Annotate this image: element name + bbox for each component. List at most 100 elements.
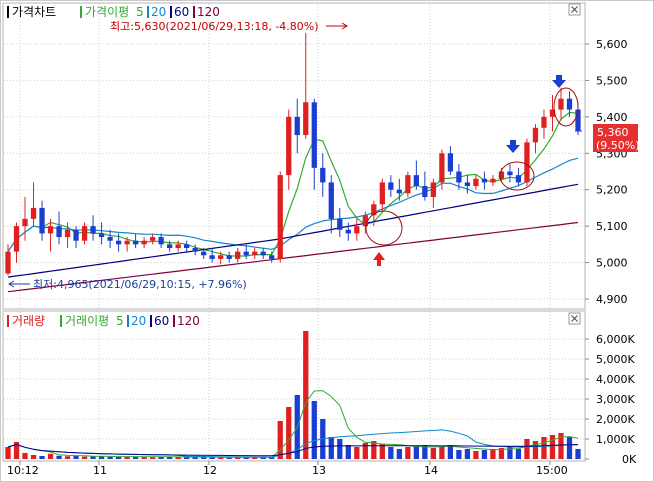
volume-bar [73, 456, 79, 459]
volume-bar [30, 455, 37, 459]
candle [303, 102, 309, 136]
candle [149, 237, 156, 241]
volume-bar [532, 441, 539, 459]
volume-bar [226, 457, 232, 459]
candle [141, 240, 147, 245]
volume-close-button[interactable] [568, 312, 581, 325]
vol-ma-60-label: 60 [154, 314, 169, 328]
vol-ma-120-label: 120 [177, 314, 200, 328]
volume-bar [549, 435, 556, 459]
candle [13, 226, 20, 252]
legend-volume-marker [7, 315, 9, 327]
volume-tick-label: 2,000K [596, 413, 635, 426]
candle [447, 153, 454, 172]
volume-bar [277, 421, 283, 459]
volume-bar [515, 449, 522, 459]
legend-ma120-marker [193, 6, 195, 18]
volume-bar [115, 457, 122, 459]
candle [167, 244, 173, 248]
price-tick-label: 4,900 [596, 293, 628, 306]
candle [39, 207, 45, 234]
candle [277, 175, 283, 259]
volume-bar [192, 457, 198, 459]
candle [405, 175, 411, 194]
volume-bar [481, 450, 488, 459]
price-tick-label: 5,200 [596, 184, 628, 197]
candle [481, 178, 488, 183]
price-title: 가격차트 [12, 5, 56, 19]
volume-bar [107, 456, 113, 459]
volume-plot-area [2, 310, 586, 462]
legend-vol-ma-marker [60, 315, 62, 327]
candle [345, 229, 351, 234]
volume-tick-label: 3,000K [596, 393, 635, 406]
ma-20-label: 20 [151, 5, 166, 19]
legend-vol-ma120-marker [173, 315, 175, 327]
price-tick-label: 5,100 [596, 220, 628, 233]
vol-ma-20-label: 20 [131, 314, 146, 328]
candle [115, 240, 122, 245]
candle [439, 153, 445, 183]
candle [132, 240, 139, 245]
candle [73, 229, 79, 241]
price-tick-label: 5,600 [596, 38, 628, 51]
legend-vol-ma60-marker [150, 315, 152, 327]
volume-bar [345, 445, 351, 459]
candle [98, 233, 105, 238]
candle [226, 255, 232, 259]
candle [269, 255, 275, 259]
candle [184, 244, 190, 248]
legend-price-marker [7, 6, 9, 18]
candle [396, 189, 402, 194]
candle [260, 251, 266, 256]
volume-tick-label: 6,000K [596, 333, 635, 346]
candle [90, 226, 96, 234]
price-tick-label: 5,400 [596, 111, 628, 124]
volume-bar [337, 439, 343, 459]
candle [464, 182, 471, 187]
candle [354, 226, 360, 234]
candle [388, 182, 394, 190]
candle [252, 251, 258, 256]
candle [192, 248, 198, 252]
candle [575, 109, 581, 132]
volume-bar [311, 401, 317, 459]
volume-bar [405, 447, 411, 459]
current-price: 5,360 [597, 126, 629, 139]
candle [532, 127, 539, 143]
candle [430, 182, 437, 197]
candle [235, 251, 241, 259]
volume-tick-label: 5,000K [596, 353, 635, 366]
volume-bar [464, 449, 471, 459]
candle [524, 142, 530, 183]
volume-title: 거래량 [12, 314, 45, 328]
volume-bar [456, 450, 462, 459]
volume-bar [430, 448, 437, 459]
price-panel: 5,6005,5005,4005,3005,2005,1005,0004,900… [2, 2, 640, 310]
candle [413, 175, 419, 187]
stock-chart: 5,6005,5005,4005,3005,2005,1005,0004,900… [0, 0, 654, 482]
x-tick-label: 14 [424, 464, 438, 477]
candle [22, 218, 28, 227]
candle [320, 167, 326, 183]
candle [47, 226, 54, 234]
volume-bar [439, 447, 445, 459]
candle [515, 175, 522, 183]
candle [507, 171, 513, 176]
volume-bar [303, 331, 309, 459]
volume-bar [413, 446, 419, 459]
legend-ma-marker [80, 6, 82, 18]
price-tick-label: 5,000 [596, 257, 628, 270]
ma-5-label: 5 [136, 5, 144, 19]
price-close-button[interactable] [568, 3, 581, 16]
price-tick-label: 5,500 [596, 74, 628, 87]
candle [30, 207, 37, 219]
candle [379, 182, 385, 205]
volume-bar [354, 447, 360, 459]
candle [286, 116, 292, 176]
candle [5, 251, 11, 274]
volume-ma-label: 거래이평 [65, 314, 109, 328]
x-tick-label: 15:00 [536, 464, 568, 477]
legend-ma20-marker [147, 6, 149, 18]
volume-bar [575, 449, 581, 459]
